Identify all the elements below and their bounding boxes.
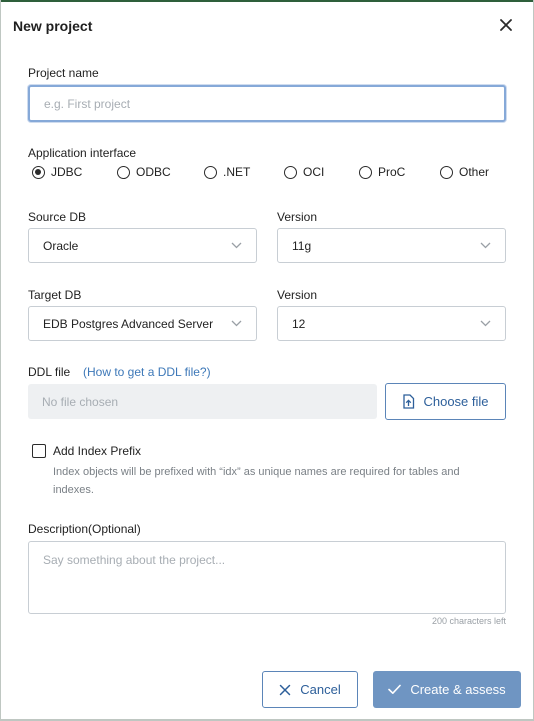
cancel-label: Cancel bbox=[300, 682, 341, 697]
radio-odbc[interactable]: ODBC bbox=[117, 165, 171, 179]
radio-label: OCI bbox=[303, 165, 325, 179]
radio-unselected-icon bbox=[359, 165, 372, 179]
dialog-title: New project bbox=[13, 18, 93, 34]
index-prefix-label: Add Index Prefix bbox=[53, 444, 142, 458]
radio-dotnet[interactable]: .NET bbox=[204, 165, 250, 179]
footer-divider bbox=[1, 653, 533, 654]
ddl-file-display: No file chosen bbox=[28, 384, 377, 419]
target-version-value: 12 bbox=[292, 316, 306, 331]
radio-unselected-icon bbox=[117, 165, 130, 179]
project-name-label: Project name bbox=[28, 66, 99, 80]
chevron-down-icon bbox=[480, 320, 491, 327]
target-db-select[interactable]: EDB Postgres Advanced Server bbox=[28, 306, 257, 341]
app-interface-label: Application interface bbox=[28, 146, 137, 160]
create-assess-label: Create & assess bbox=[410, 682, 506, 697]
radio-unselected-icon bbox=[204, 165, 217, 179]
radio-oci[interactable]: OCI bbox=[284, 165, 324, 179]
index-prefix-checkbox[interactable] bbox=[32, 444, 46, 458]
chevron-down-icon bbox=[231, 320, 242, 327]
chevron-down-icon bbox=[231, 242, 242, 249]
ddl-file-label: DDL file bbox=[28, 365, 71, 379]
radio-label: JDBC bbox=[51, 165, 83, 179]
source-version-select[interactable]: 11g bbox=[277, 228, 506, 263]
radio-label: ODBC bbox=[136, 165, 171, 179]
file-status-text: No file chosen bbox=[42, 394, 119, 409]
target-version-select[interactable]: 12 bbox=[277, 306, 506, 341]
dialog-header: New project bbox=[0, 2, 534, 48]
source-db-select[interactable]: Oracle bbox=[28, 228, 257, 263]
app-interface-radio-group: JDBC ODBC .NET OCI ProC Other bbox=[32, 165, 502, 185]
target-version-label: Version bbox=[277, 288, 318, 302]
description-textarea[interactable] bbox=[28, 541, 506, 614]
character-counter: 200 characters left bbox=[431, 616, 506, 626]
source-db-value: Oracle bbox=[43, 238, 79, 253]
project-name-input[interactable] bbox=[28, 85, 506, 122]
radio-selected-icon bbox=[32, 165, 45, 179]
ddl-help-link[interactable]: (How to get a DDL file?) bbox=[83, 365, 211, 379]
radio-label: Other bbox=[459, 165, 490, 179]
close-button[interactable] bbox=[496, 15, 516, 35]
x-icon bbox=[280, 684, 291, 695]
radio-jdbc[interactable]: JDBC bbox=[32, 165, 82, 179]
index-prefix-help: Index objects will be prefixed with “idx… bbox=[53, 466, 460, 496]
dialog-left-border bbox=[0, 0, 1, 721]
choose-file-label: Choose file bbox=[423, 394, 489, 409]
radio-unselected-icon bbox=[284, 165, 297, 179]
radio-unselected-icon bbox=[440, 165, 453, 179]
source-version-label: Version bbox=[277, 210, 318, 224]
source-version-value: 11g bbox=[292, 238, 312, 253]
radio-label: .NET bbox=[223, 165, 251, 179]
target-db-value: EDB Postgres Advanced Server bbox=[43, 316, 214, 331]
chevron-down-icon bbox=[480, 242, 491, 249]
target-db-label: Target DB bbox=[28, 288, 82, 302]
cancel-button[interactable]: Cancel bbox=[262, 671, 358, 708]
create-assess-button[interactable]: Create & assess bbox=[373, 671, 521, 708]
source-db-label: Source DB bbox=[28, 210, 87, 224]
description-label: Description(Optional) bbox=[28, 522, 141, 536]
radio-proc[interactable]: ProC bbox=[359, 165, 405, 179]
choose-file-button[interactable]: Choose file bbox=[385, 383, 506, 420]
radio-other[interactable]: Other bbox=[440, 165, 489, 179]
radio-label: ProC bbox=[378, 165, 406, 179]
check-icon bbox=[388, 684, 402, 694]
close-icon bbox=[500, 19, 512, 31]
upload-file-icon bbox=[403, 394, 415, 409]
